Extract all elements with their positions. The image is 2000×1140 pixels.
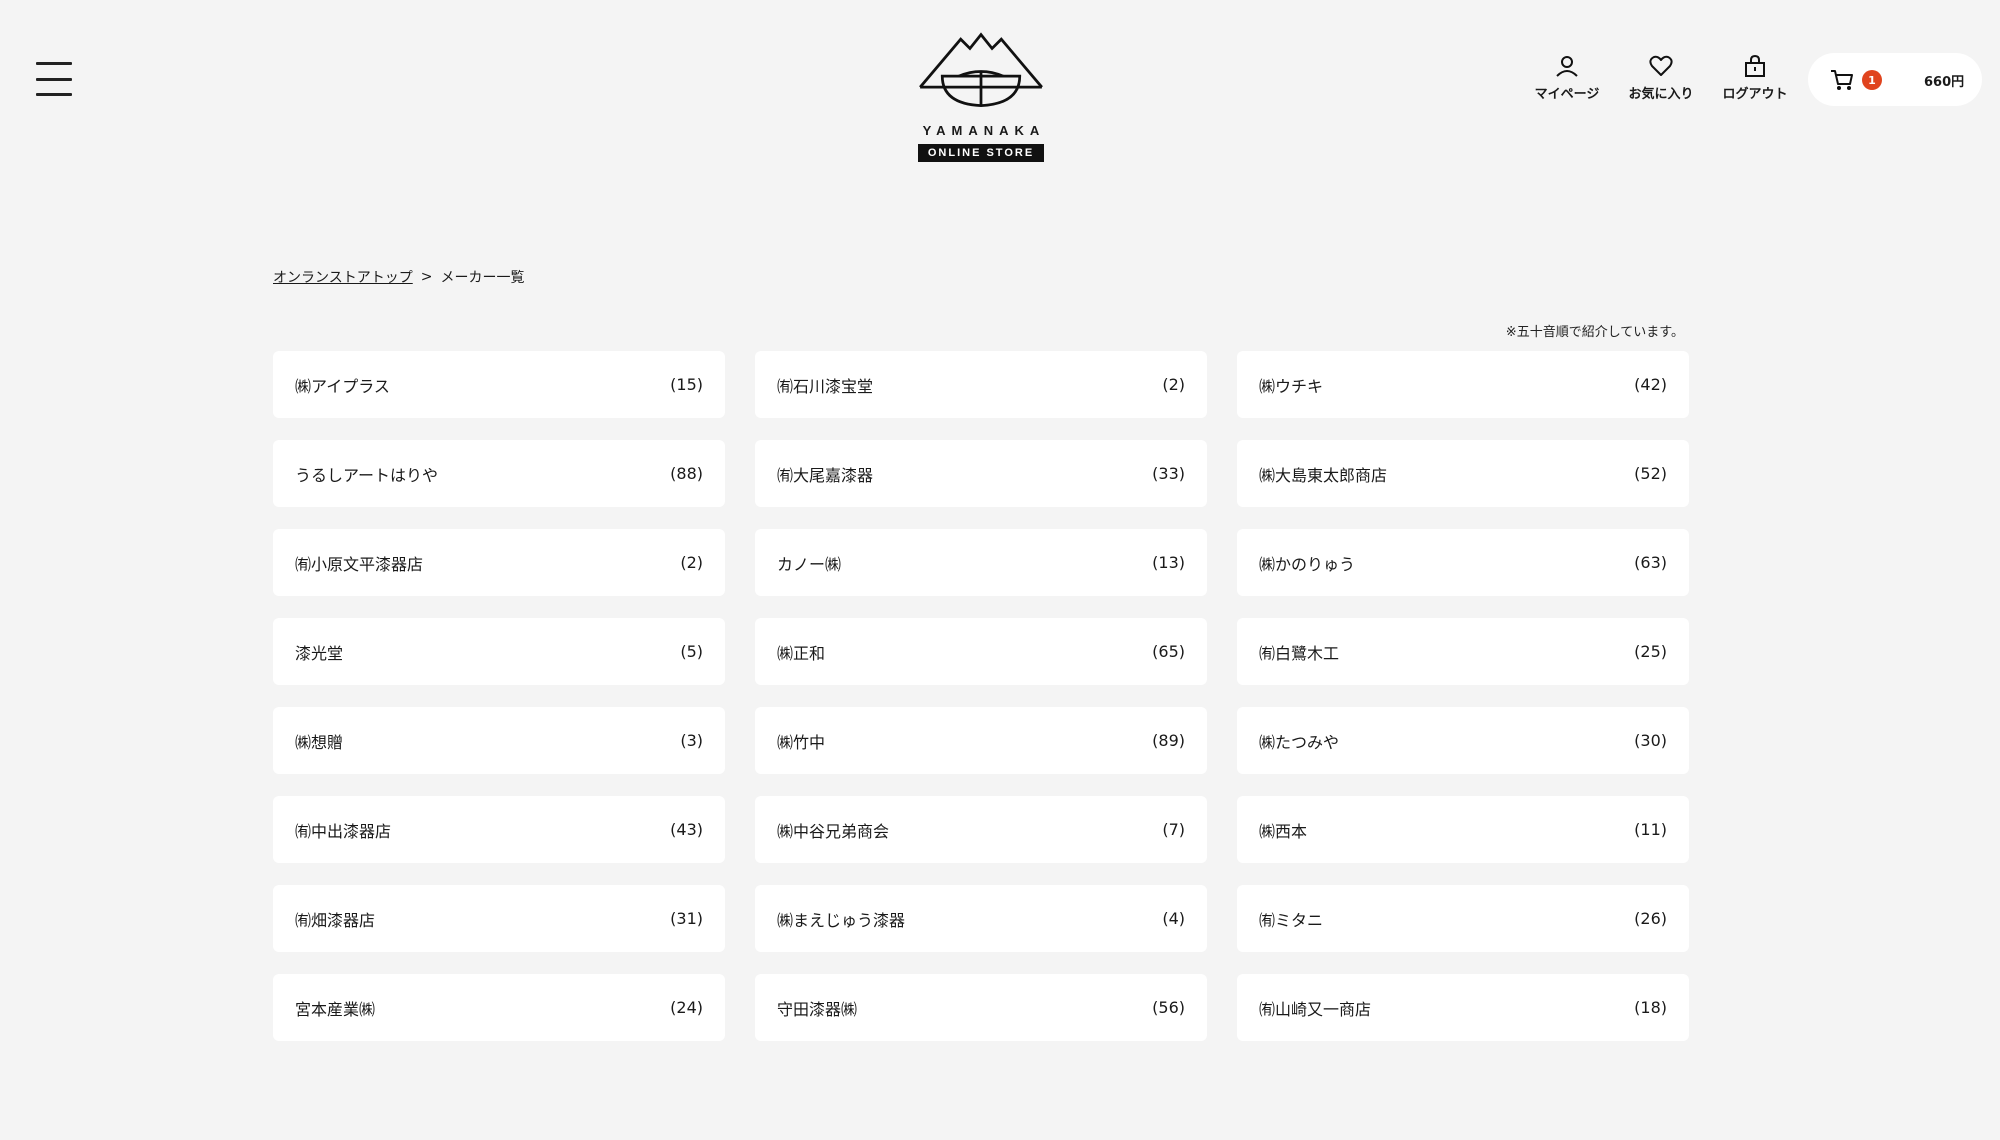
maker-card[interactable]: ㈱大島東太郎商店 (52) xyxy=(1237,440,1689,507)
cart-count-badge: 1 xyxy=(1862,70,1882,90)
sort-note: ※五十音順で紹介しています。 xyxy=(1505,325,1684,340)
maker-name: ㈱かのりゅう xyxy=(1259,554,1356,574)
maker-card[interactable]: うるしアートはりや (88) xyxy=(273,440,725,507)
maker-name: ㈲山崎又一商店 xyxy=(1259,999,1372,1019)
maker-product-count: (25) xyxy=(1634,642,1667,661)
maker-product-count: (43) xyxy=(670,820,703,839)
maker-name: うるしアートはりや xyxy=(295,465,439,485)
maker-card[interactable]: ㈲石川漆宝堂 (2) xyxy=(755,351,1207,418)
maker-card[interactable]: ㈲白鷺木工 (25) xyxy=(1237,618,1689,685)
maker-card[interactable]: ㈲畑漆器店 (31) xyxy=(273,885,725,952)
maker-product-count: (15) xyxy=(670,375,703,394)
maker-product-count: (26) xyxy=(1634,909,1667,928)
logout-bag-icon xyxy=(1745,54,1765,77)
breadcrumb-separator: > xyxy=(420,269,433,285)
maker-name: ㈱竹中 xyxy=(777,732,826,752)
maker-card[interactable]: ㈲ミタニ (26) xyxy=(1237,885,1689,952)
maker-product-count: (31) xyxy=(670,909,703,928)
cart-button[interactable]: 1 660円 xyxy=(1808,53,1982,106)
maker-card[interactable]: ㈱想贈 (3) xyxy=(273,707,725,774)
maker-name: 守田漆器㈱ xyxy=(777,999,858,1019)
maker-card[interactable]: 守田漆器㈱ (56) xyxy=(755,974,1207,1041)
maker-name: 宮本産業㈱ xyxy=(295,999,376,1019)
nav-favorites[interactable]: お気に入り xyxy=(1614,54,1708,102)
maker-card[interactable]: 宮本産業㈱ (24) xyxy=(273,974,725,1041)
maker-name: ㈱たつみや xyxy=(1259,732,1340,752)
maker-name: ㈲大尾嘉漆器 xyxy=(777,465,874,485)
breadcrumb-home-link[interactable]: オンランストアトップ xyxy=(273,267,413,287)
maker-product-count: (24) xyxy=(670,998,703,1017)
maker-card[interactable]: ㈱西本 (11) xyxy=(1237,796,1689,863)
maker-product-count: (2) xyxy=(680,553,703,572)
maker-card[interactable]: ㈱たつみや (30) xyxy=(1237,707,1689,774)
maker-card[interactable]: ㈱中谷兄弟商会 (7) xyxy=(755,796,1207,863)
maker-name: ㈲中出漆器店 xyxy=(295,821,392,841)
maker-name: ㈱想贈 xyxy=(295,732,344,752)
store-logo[interactable]: YAMANAKA ONLINE STORE xyxy=(910,30,1052,162)
maker-product-count: (33) xyxy=(1152,464,1185,483)
maker-card[interactable]: ㈲中出漆器店 (43) xyxy=(273,796,725,863)
maker-card[interactable]: カノー㈱ (13) xyxy=(755,529,1207,596)
maker-card[interactable]: ㈲大尾嘉漆器 (33) xyxy=(755,440,1207,507)
maker-name: ㈲畑漆器店 xyxy=(295,910,376,930)
logo-wordmark: YAMANAKA xyxy=(922,123,1046,138)
nav-mypage[interactable]: マイページ xyxy=(1520,54,1614,102)
maker-product-count: (2) xyxy=(1162,375,1185,394)
maker-product-count: (5) xyxy=(680,642,703,661)
maker-product-count: (11) xyxy=(1634,820,1667,839)
nav-logout[interactable]: ログアウト xyxy=(1708,54,1802,102)
maker-card[interactable]: ㈱かのりゅう (63) xyxy=(1237,529,1689,596)
maker-name: ㈱西本 xyxy=(1259,821,1308,841)
maker-name: ㈲白鷺木工 xyxy=(1259,643,1340,663)
maker-card[interactable]: ㈱まえじゅう漆器 (4) xyxy=(755,885,1207,952)
maker-product-count: (42) xyxy=(1634,375,1667,394)
maker-card[interactable]: ㈱アイプラス (15) xyxy=(273,351,725,418)
cart-icon xyxy=(1831,70,1853,90)
maker-name: ㈲ミタニ xyxy=(1259,910,1324,930)
maker-product-count: (18) xyxy=(1634,998,1667,1017)
heart-icon xyxy=(1649,55,1673,76)
header-nav: マイページ お気に入り ログアウト xyxy=(1520,54,1802,102)
maker-name: 漆光堂 xyxy=(295,643,344,663)
user-icon xyxy=(1556,56,1578,77)
maker-product-count: (52) xyxy=(1634,464,1667,483)
maker-name: ㈱大島東太郎商店 xyxy=(1259,465,1388,485)
maker-name: ㈲小原文平漆器店 xyxy=(295,554,424,574)
maker-name: ㈲石川漆宝堂 xyxy=(777,376,874,396)
mountain-bowl-logo-icon xyxy=(919,32,1043,108)
nav-mypage-label: マイページ xyxy=(1534,87,1600,102)
maker-product-count: (88) xyxy=(670,464,703,483)
maker-grid: ㈱アイプラス (15) ㈲石川漆宝堂 (2) ㈱ウチキ (42) うるしアートはりや (88)… xyxy=(273,351,1689,1041)
maker-product-count: (65) xyxy=(1152,642,1185,661)
maker-card[interactable]: ㈲山崎又一商店 (18) xyxy=(1237,974,1689,1041)
maker-name: ㈱正和 xyxy=(777,643,826,663)
nav-logout-label: ログアウト xyxy=(1722,87,1788,102)
maker-name: カノー㈱ xyxy=(777,554,842,574)
breadcrumb-current: メーカー一覧 xyxy=(440,270,525,286)
maker-product-count: (30) xyxy=(1634,731,1667,750)
maker-name: ㈱まえじゅう漆器 xyxy=(777,910,906,930)
maker-name: ㈱アイプラス xyxy=(295,376,390,396)
maker-product-count: (63) xyxy=(1634,553,1667,572)
maker-product-count: (3) xyxy=(680,731,703,750)
maker-card[interactable]: ㈱竹中 (89) xyxy=(755,707,1207,774)
maker-card[interactable]: ㈲小原文平漆器店 (2) xyxy=(273,529,725,596)
maker-name: ㈱ウチキ xyxy=(1259,376,1324,396)
maker-product-count: (7) xyxy=(1162,820,1185,839)
hamburger-menu-icon[interactable] xyxy=(36,62,72,96)
logo-tagline: ONLINE STORE xyxy=(917,144,1045,162)
maker-card[interactable]: 漆光堂 (5) xyxy=(273,618,725,685)
maker-product-count: (56) xyxy=(1152,998,1185,1017)
nav-favorites-label: お気に入り xyxy=(1628,87,1694,102)
cart-total: 660円 xyxy=(1924,75,1965,90)
breadcrumb: オンランストアトップ > メーカー一覧 xyxy=(273,267,524,287)
maker-card[interactable]: ㈱正和 (65) xyxy=(755,618,1207,685)
maker-name: ㈱中谷兄弟商会 xyxy=(777,821,890,841)
maker-product-count: (4) xyxy=(1162,909,1185,928)
maker-product-count: (89) xyxy=(1152,731,1185,750)
maker-product-count: (13) xyxy=(1152,553,1185,572)
maker-card[interactable]: ㈱ウチキ (42) xyxy=(1237,351,1689,418)
site-header: YAMANAKA ONLINE STORE マイページ お気に入り ログアウト xyxy=(0,0,2000,170)
